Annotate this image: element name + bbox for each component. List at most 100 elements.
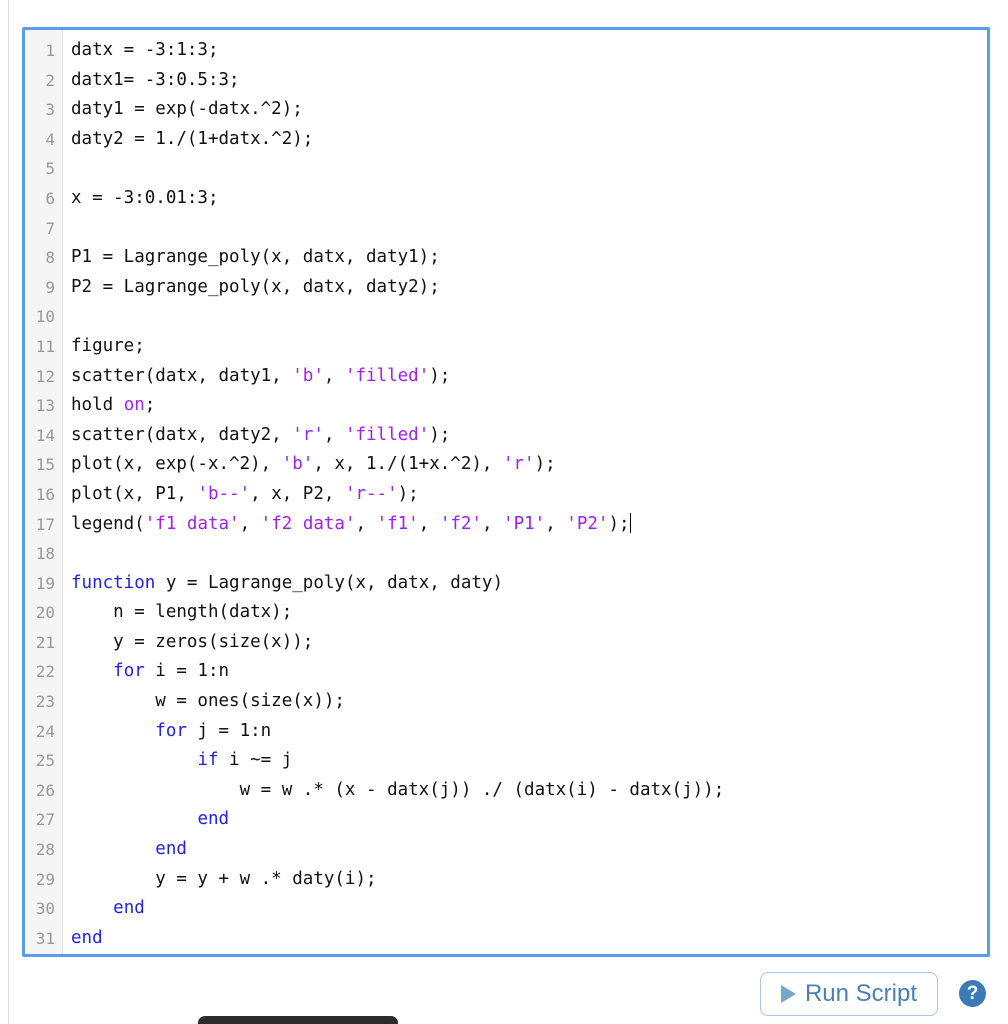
code-token: figure; (71, 335, 145, 356)
code-token: legend( (71, 513, 145, 534)
code-token: 'b' (281, 454, 314, 475)
line-number: 2 (45, 70, 55, 90)
code-line[interactable]: end (71, 805, 987, 835)
line-number: 18 (35, 544, 55, 564)
code-line[interactable]: daty1 = exp(-datx.^2); (71, 95, 987, 125)
code-token: 'f2 data' (260, 513, 356, 534)
code-line[interactable]: legend('f1 data', 'f2 data', 'f1', 'f2',… (71, 510, 987, 540)
code-line[interactable]: plot(x, P1, 'b--', x, P2, 'r--'); (71, 480, 987, 510)
code-line[interactable]: end (71, 924, 987, 954)
code-token: plot(x, exp(-x.^2), (71, 454, 282, 475)
line-number: 1 (45, 41, 55, 60)
code-token: scatter(datx, daty1, (71, 365, 293, 386)
code-line[interactable]: hold on; (71, 391, 987, 421)
line-number: 10 (35, 307, 55, 327)
line-number: 16 (35, 484, 55, 504)
line-number: 20 (35, 603, 55, 623)
code-token: y = y + w .* daty(i); (71, 868, 377, 889)
code-token: i ~= j (218, 750, 293, 771)
code-line[interactable] (71, 539, 987, 569)
code-area[interactable]: datx = -3:1:3; datx1= -3:0.5:3; daty1 = ex… (63, 30, 987, 954)
code-token: ); (397, 483, 419, 504)
code-line[interactable]: w = ones(size(x)); (71, 687, 987, 717)
line-number: 17 (35, 514, 55, 534)
code-line[interactable]: plot(x, exp(-x.^2), 'b', x, 1./(1+x.^2),… (71, 450, 987, 480)
code-token: ); (429, 365, 451, 386)
code-line[interactable]: y = zeros(size(x)); (71, 628, 987, 658)
code-token: , (545, 513, 567, 534)
code-token: 'b' (292, 365, 324, 386)
code-line[interactable]: scatter(datx, daty1, 'b', 'filled'); (71, 362, 987, 392)
code-token: ); (534, 454, 556, 475)
line-number: 11 (35, 336, 55, 356)
code-line[interactable]: y = y + w .* daty(i); (71, 865, 987, 895)
code-line[interactable]: x = -3:0.01:3; (71, 184, 987, 214)
code-line[interactable]: w = w .* (x - datx(j)) ./ (datx(i) - dat… (71, 776, 987, 806)
code-token: 'f1 data' (144, 513, 240, 534)
code-token: 'b--' (197, 483, 251, 504)
code-line[interactable]: for j = 1:n (71, 717, 987, 747)
line-number: 21 (35, 632, 55, 652)
line-number: 12 (35, 366, 55, 386)
code-token: end (197, 809, 230, 830)
code-token: daty2 = 1./(1+datx.^2); (71, 128, 314, 149)
code-editor[interactable]: 1 2 3 4 5 6 7 8 9 10 11 12 13 14 15 16 17 18 19 20 21 22 23 24 2… (22, 27, 990, 957)
code-token: y = Lagrange_poly(x, datx, daty) (155, 572, 503, 593)
code-line[interactable]: datx1= -3:0.5:3; (71, 66, 987, 96)
line-number: 14 (35, 425, 55, 445)
code-token: n = length(datx); (71, 602, 293, 623)
code-line[interactable] (71, 154, 987, 184)
code-token: datx = -3:1:3; (71, 40, 219, 60)
code-line[interactable]: daty2 = 1./(1+datx.^2); (71, 125, 987, 155)
code-token: w = ones(size(x)); (71, 691, 345, 712)
code-line[interactable]: scatter(datx, daty2, 'r', 'filled'); (71, 421, 987, 451)
code-line[interactable]: P1 = Lagrange_poly(x, datx, daty1); (71, 243, 987, 273)
code-line[interactable]: if i ~= j (71, 746, 987, 776)
code-token: scatter(datx, daty2, (71, 424, 293, 445)
line-number: 13 (35, 396, 55, 416)
code-line[interactable]: datx = -3:1:3; (71, 36, 987, 66)
code-token: , (323, 365, 345, 386)
code-line[interactable]: P2 = Lagrange_poly(x, datx, daty2); (71, 273, 987, 303)
line-number: 15 (35, 455, 55, 475)
code-token: plot(x, P1, (71, 483, 198, 504)
code-line[interactable] (71, 214, 987, 244)
line-number: 25 (35, 751, 55, 771)
line-number: 3 (45, 100, 55, 120)
code-token: , x, 1./(1+x.^2), (313, 454, 503, 475)
run-script-button[interactable]: Run Script (760, 972, 938, 1016)
code-line[interactable]: function y = Lagrange_poly(x, datx, daty… (71, 569, 987, 599)
line-number: 4 (45, 129, 55, 149)
code-token: end (155, 839, 187, 860)
help-label: ? (966, 983, 979, 1004)
code-line[interactable] (71, 302, 987, 332)
code-token: end (71, 927, 103, 948)
line-number: 23 (35, 692, 55, 712)
code-token: function (71, 572, 156, 593)
code-line[interactable]: n = length(datx); (71, 598, 987, 628)
code-token: , (323, 424, 345, 445)
text-cursor (629, 512, 631, 533)
code-token: 'r' (502, 454, 535, 475)
code-token: j = 1:n (186, 720, 272, 741)
code-token: 'P2' (566, 513, 609, 534)
line-number: 5 (45, 159, 55, 179)
code-token: 'r' (292, 424, 324, 445)
code-token: ); (429, 424, 451, 445)
page-root: 1 2 3 4 5 6 7 8 9 10 11 12 13 14 15 16 17 18 19 20 21 22 23 24 2… (0, 0, 1008, 1024)
line-number: 19 (35, 573, 55, 593)
code-line[interactable]: end (71, 894, 987, 924)
code-line[interactable]: end (71, 835, 987, 865)
code-token: 'P1' (503, 513, 546, 534)
code-token: , (481, 513, 504, 534)
line-number: 27 (35, 810, 55, 830)
question-mark-circle-icon[interactable]: ? (959, 980, 986, 1007)
code-line[interactable]: for i = 1:n (71, 657, 987, 687)
line-number-gutter: 1 2 3 4 5 6 7 8 9 10 11 12 13 14 15 16 17 18 19 20 21 22 23 24 2… (25, 30, 63, 954)
code-line[interactable]: figure; (71, 332, 987, 362)
